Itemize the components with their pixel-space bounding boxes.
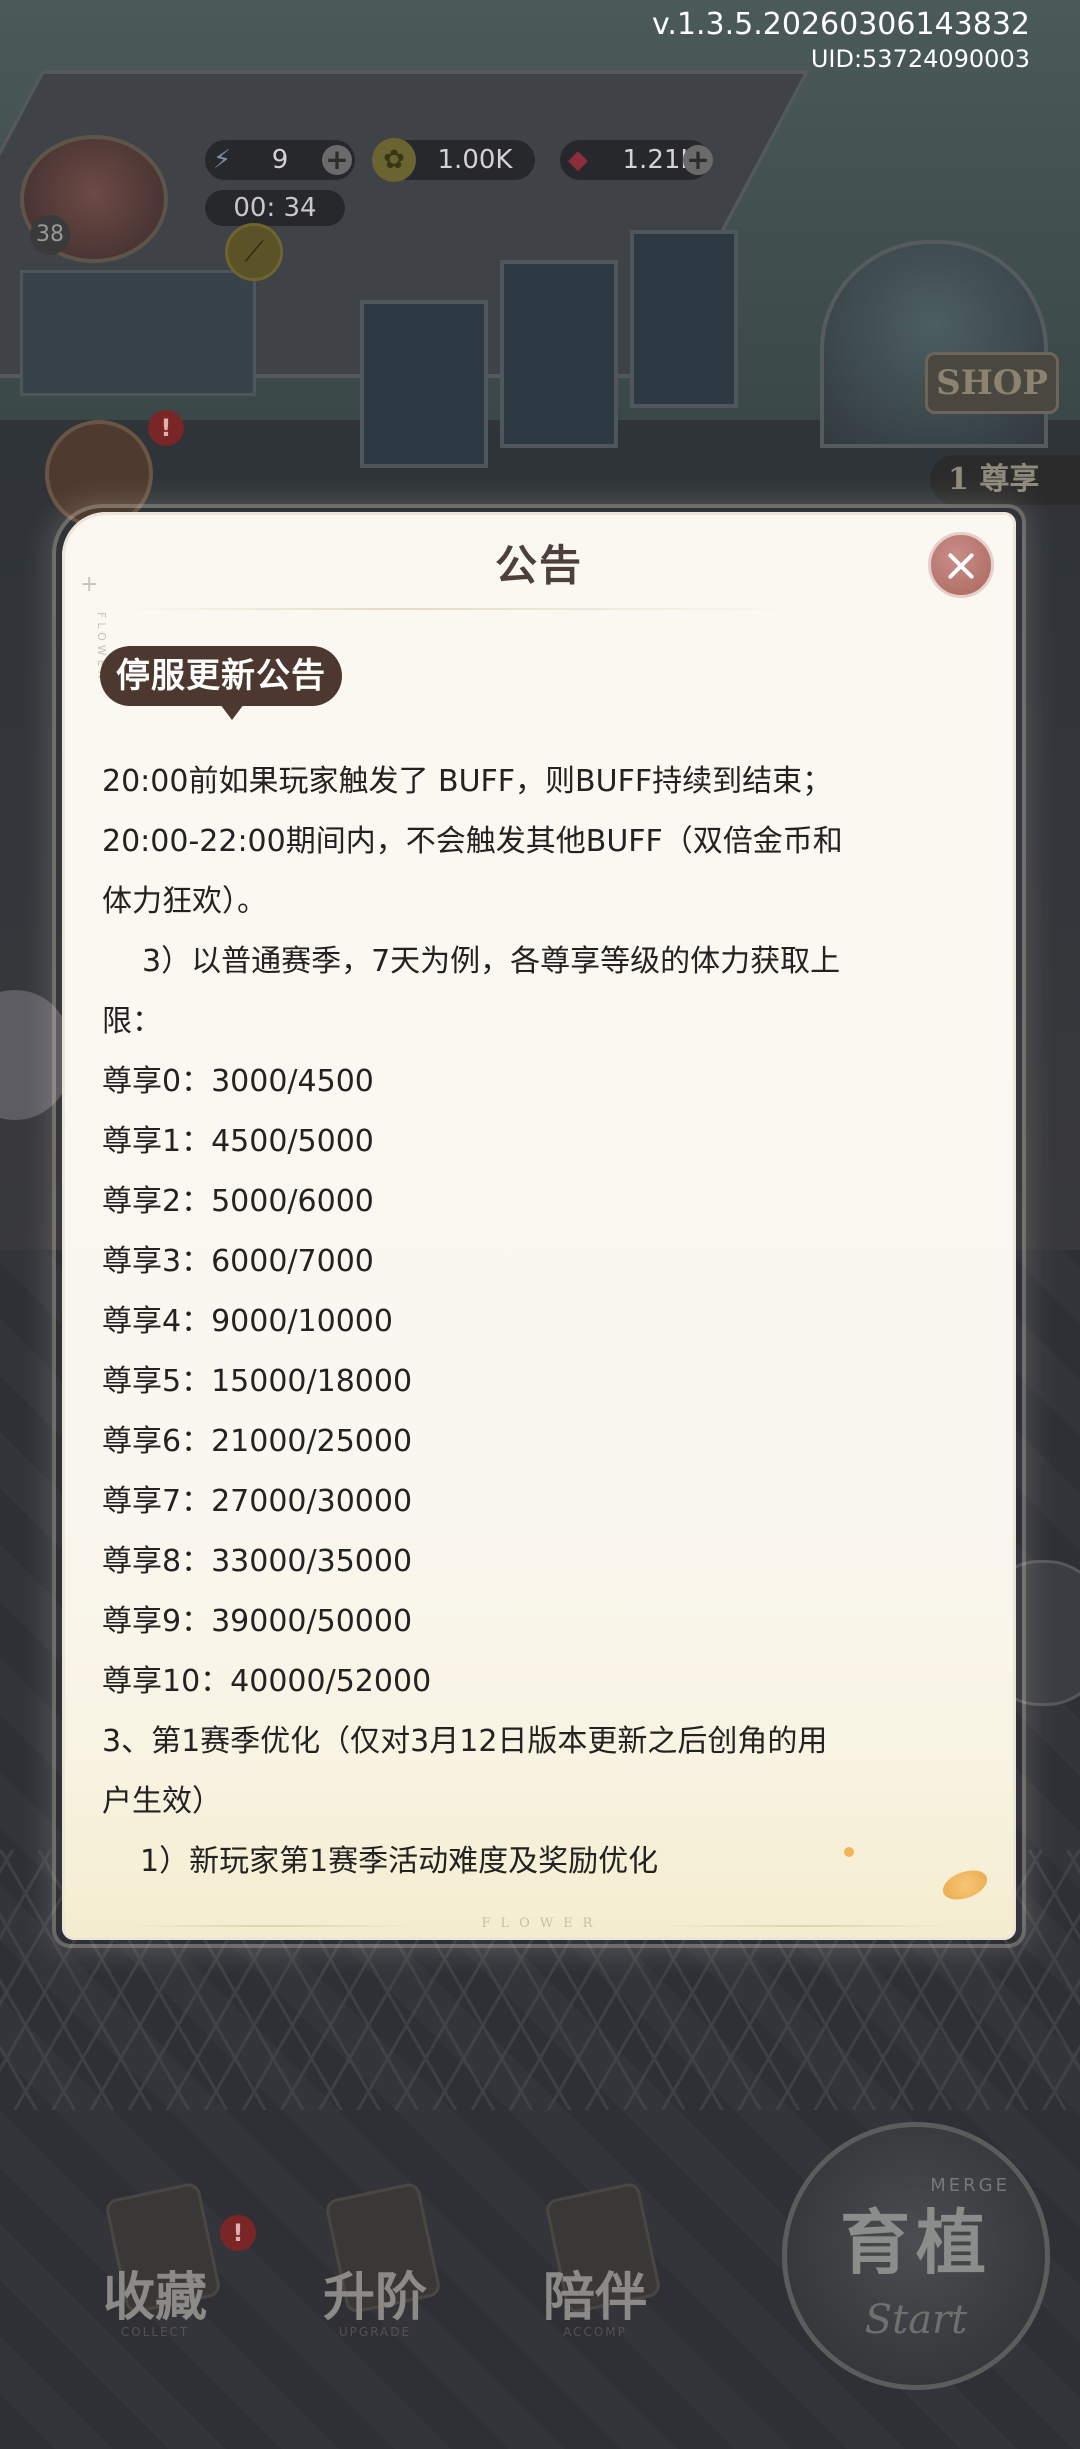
body-line: 户生效） — [102, 1784, 222, 1819]
vip-row: 尊享7：27000/30000 — [102, 1484, 413, 1519]
add-gem-button[interactable]: + — [683, 145, 713, 175]
body-line: 3、第1赛季优化（仅对3月12日版本更新之后创角的用 — [102, 1724, 828, 1759]
body-line: 3）以普通赛季，7天为例，各尊享等级的体力获取上 — [142, 944, 841, 979]
footer-text: FLOWER — [481, 1916, 603, 1931]
merge-title: 育植 — [840, 2201, 992, 2284]
modal-footer: FLOWER — [62, 1916, 1016, 1936]
notification-badge: ! — [148, 410, 184, 446]
body-line: 限： — [102, 1004, 162, 1039]
rank-badge[interactable]: 1 尊享 — [930, 455, 1080, 505]
vip-row: 尊享1：4500/5000 — [102, 1124, 374, 1159]
merge-start-label: Start — [864, 2297, 968, 2343]
nav-accompany-label: 陪伴 — [542, 2267, 647, 2328]
body-line: 体力狂欢）。 — [102, 884, 267, 919]
energy-timer: 00: 34 — [205, 190, 345, 226]
nav-accompany-sub: ACCOMP — [563, 2325, 627, 2339]
vip-row: 尊享10：40000/52000 — [102, 1664, 432, 1699]
player-avatar[interactable]: 38 — [20, 135, 168, 263]
vip-row: 尊享5：15000/18000 — [102, 1364, 413, 1399]
vip-row: 尊享2：5000/6000 — [102, 1184, 374, 1219]
add-energy-button[interactable]: + — [322, 145, 352, 175]
vip-row: 尊享4：9000/10000 — [102, 1304, 393, 1339]
footer-line — [122, 1925, 422, 1927]
nav-collect[interactable]: 收藏 COLLECT — [75, 2181, 235, 2339]
speedup-icon[interactable]: ⟋ — [225, 223, 283, 281]
vip-row: 尊享0：3000/4500 — [102, 1064, 374, 1099]
notification-badge: ! — [220, 2215, 256, 2251]
vip-row: 尊享8：33000/35000 — [102, 1544, 413, 1579]
window — [630, 230, 738, 408]
body-line: 1）新玩家第1赛季活动难度及奖励优化 — [140, 1844, 659, 1879]
lightning-icon: ⚡ — [212, 145, 232, 175]
window — [360, 300, 488, 468]
nav-upgrade-label: 升阶 — [322, 2267, 427, 2328]
announcement-modal: + FLOWER 公告 停服更新公告 20:00前如果玩家触发了 BUFF，则B… — [62, 512, 1016, 1940]
title-divider — [122, 608, 802, 610]
vip-row: 尊享9：39000/50000 — [102, 1604, 413, 1639]
coin-value: 1.00K — [437, 145, 513, 175]
bottom-nav: 收藏 COLLECT ! 升阶 UPGRADE 陪伴 ACCOMP — [0, 2181, 780, 2339]
shop-sign[interactable]: SHOP — [925, 352, 1059, 414]
close-button[interactable] — [928, 532, 994, 598]
sparkle-dot — [844, 1847, 854, 1857]
body-line: 20:00前如果玩家触发了 BUFF，则BUFF持续到结束； — [102, 764, 833, 799]
version-text: v.1.3.5.20260306143832 — [651, 7, 1030, 42]
gem-icon: ◆ — [568, 145, 588, 175]
player-level: 38 — [30, 215, 70, 255]
footer-line — [656, 1925, 956, 1927]
announcement-body[interactable]: 20:00前如果玩家触发了 BUFF，则BUFF持续到结束； 20:00-22:… — [102, 752, 992, 1892]
vip-row: 尊享6：21000/25000 — [102, 1424, 413, 1459]
modal-title: 公告 — [494, 541, 583, 590]
nav-collect-sub: COLLECT — [120, 2325, 190, 2339]
merge-start-button[interactable]: MERGE 育植 Start — [782, 2122, 1050, 2390]
uid-text: UID:53724090003 — [810, 45, 1030, 73]
vip-row: 尊享3：6000/7000 — [102, 1244, 374, 1279]
nav-collect-label: 收藏 — [102, 2267, 207, 2328]
version-info: v.1.3.5.20260306143832 UID:53724090003 — [652, 6, 1030, 74]
nav-upgrade[interactable]: 升阶 UPGRADE — [295, 2181, 455, 2339]
energy-value: 9 — [271, 145, 289, 175]
coin-icon: ✿ — [372, 138, 416, 182]
solar-panel — [20, 270, 256, 396]
body-line: 20:00-22:00期间内，不会触发其他BUFF（双倍金币和 — [102, 824, 843, 859]
section-tag: 停服更新公告 — [100, 646, 342, 720]
nav-accompany[interactable]: 陪伴 ACCOMP — [515, 2181, 675, 2339]
nav-upgrade-sub: UPGRADE — [338, 2325, 412, 2339]
greenhouse-dome — [820, 240, 1048, 448]
window — [500, 260, 618, 448]
